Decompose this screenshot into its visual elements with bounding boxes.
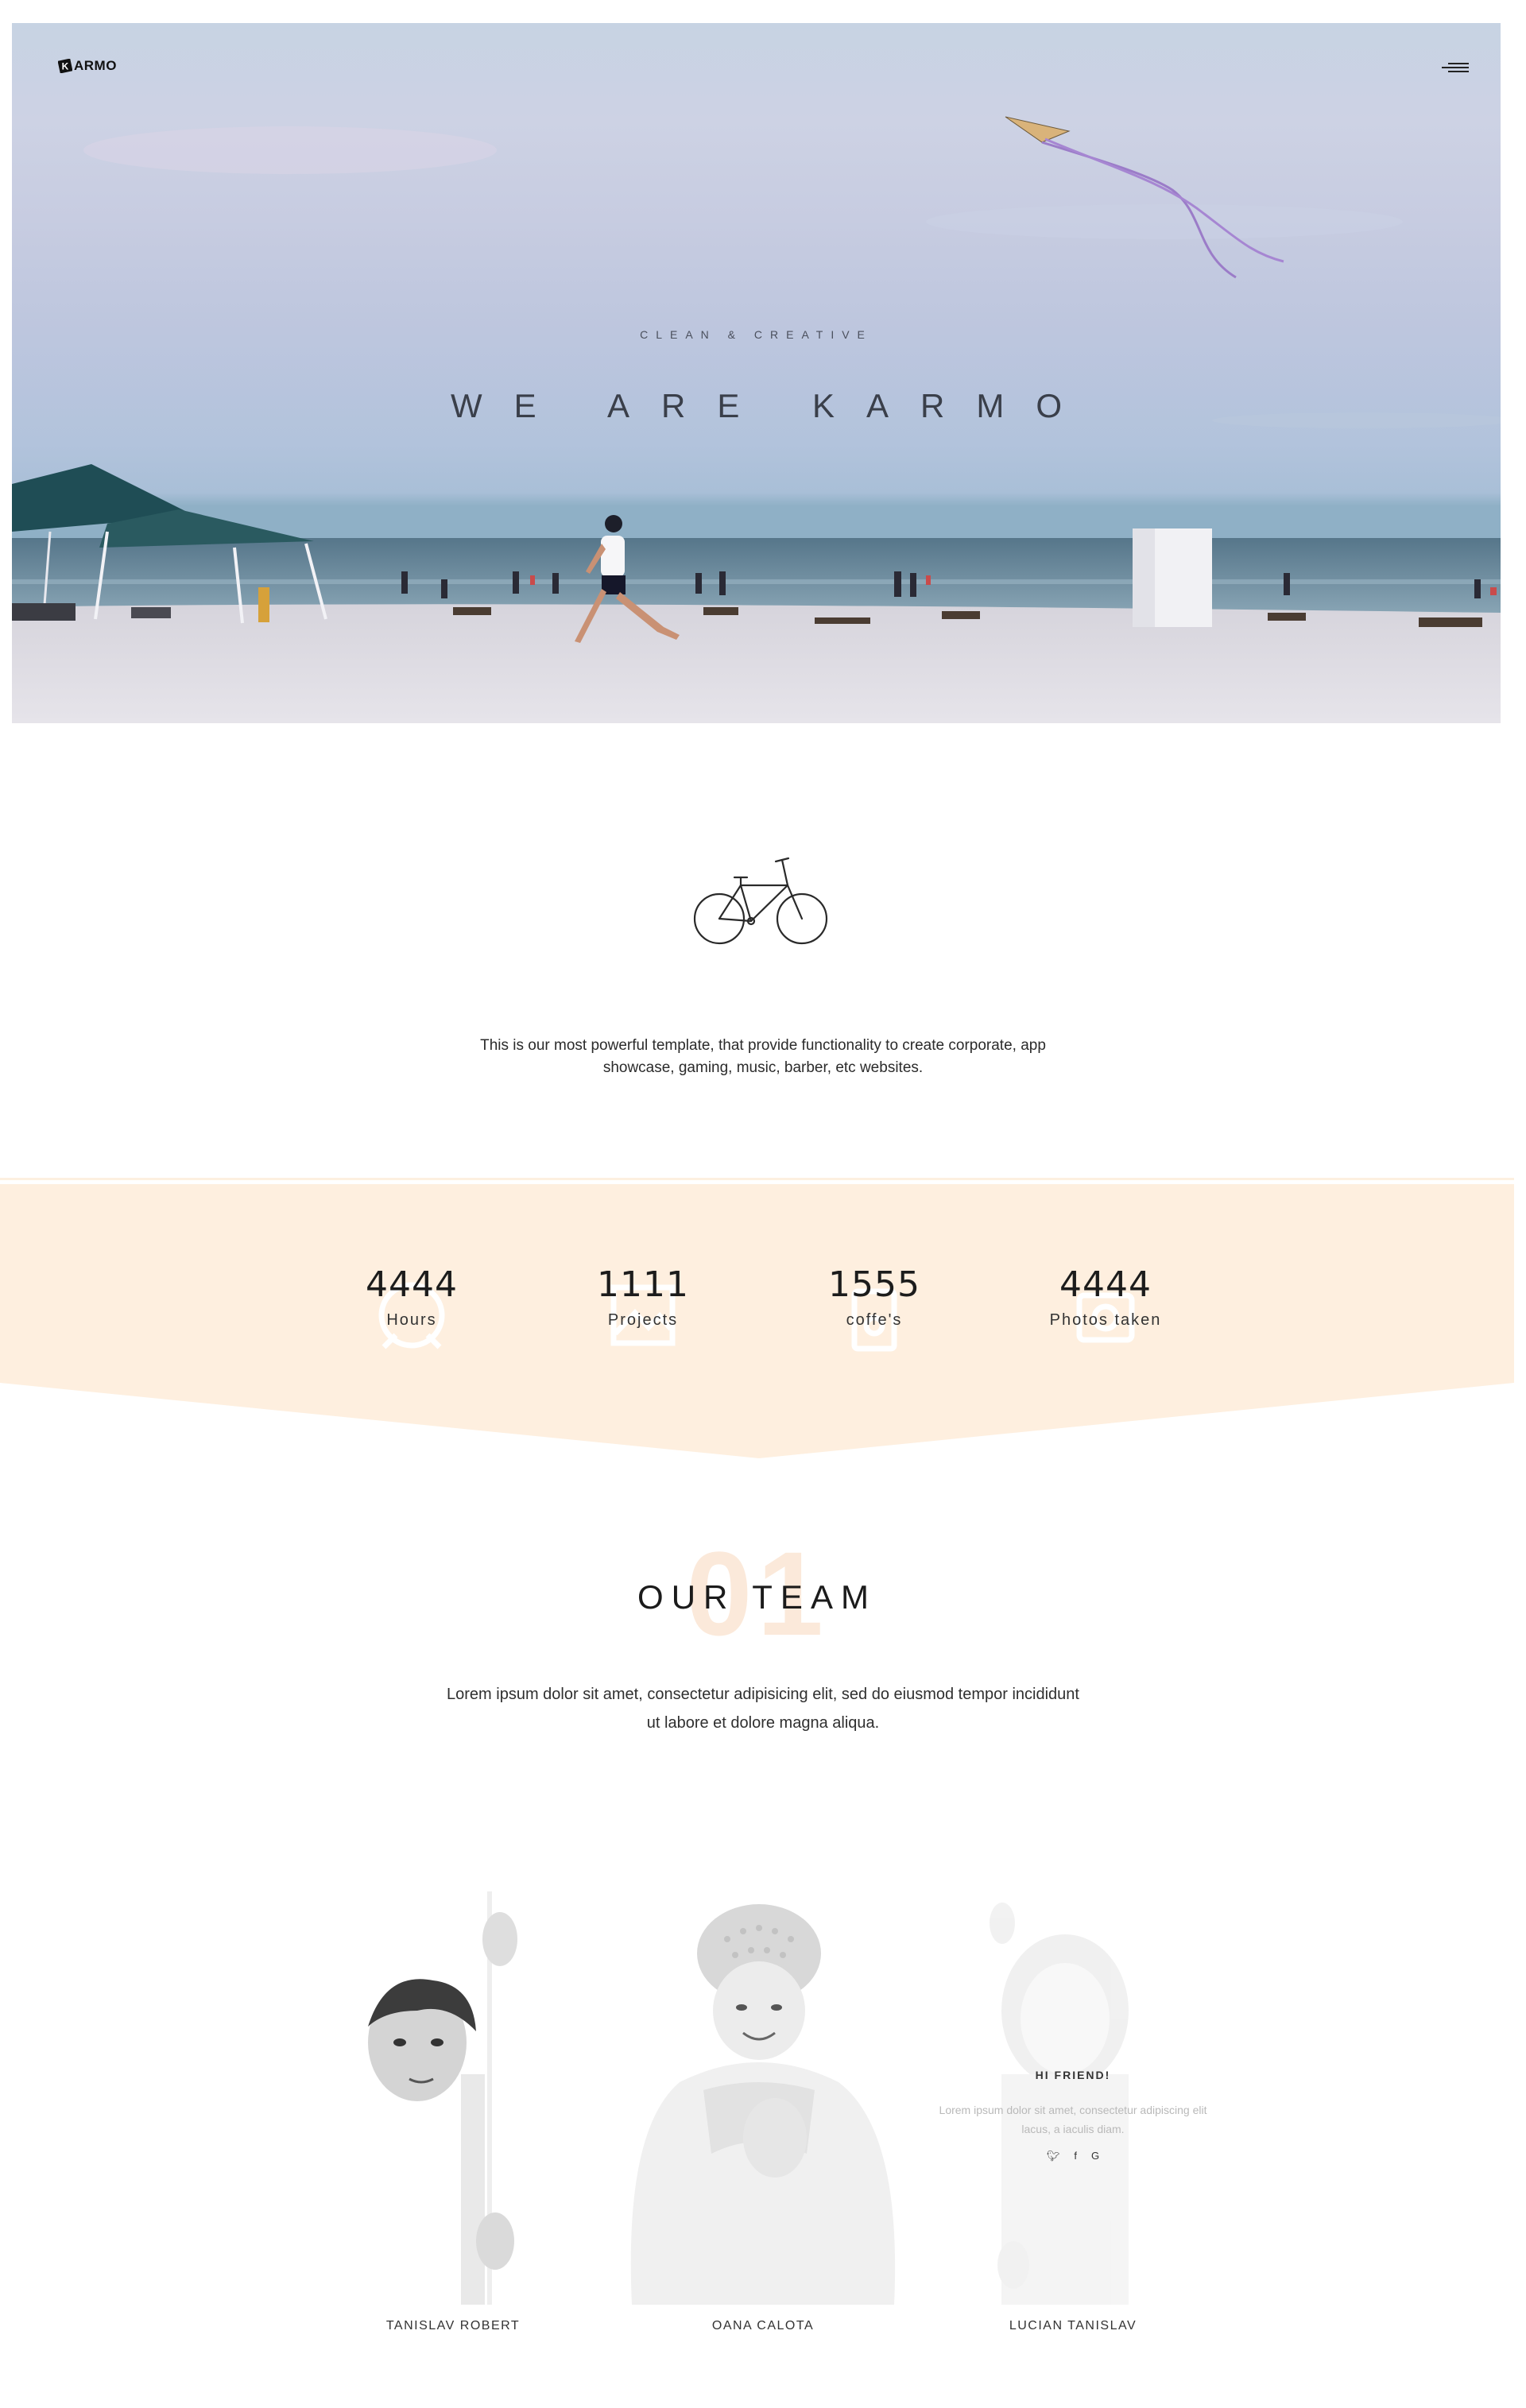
member-photo [630, 1904, 896, 2305]
hero-beach-image [12, 116, 1501, 723]
twitter-icon[interactable]: 🐦︎ [1047, 2150, 1060, 2162]
stat-label: Projects [607, 1311, 679, 1329]
svg-text:K: K [62, 61, 69, 72]
stats-divider [0, 1178, 1514, 1180]
stats-band [0, 1184, 1514, 1458]
stat-projects: 1111 Projects [548, 1264, 738, 1346]
team-description: Lorem ipsum dolor sit amet, consectetur … [447, 1686, 1079, 1732]
bicycle-icon [693, 857, 828, 945]
google-icon[interactable]: G [1091, 2150, 1099, 2162]
member-greeting: HI FRIEND! [1035, 2069, 1111, 2081]
stat-label: Hours [386, 1311, 437, 1329]
brand-name: ARMO [74, 58, 117, 73]
brand-logo[interactable]: K ARMO [58, 58, 117, 74]
member-hover-card: HI FRIEND! Lorem ipsum dolor sit amet, c… [926, 2069, 1220, 2162]
stat-photos: 4444 Photos taken [1010, 1264, 1201, 1343]
hero-title: WE ARE KARMO [450, 387, 1094, 424]
team-title: OUR TEAM [637, 1578, 877, 1616]
stat-value: 1555 [828, 1264, 920, 1305]
facebook-icon[interactable]: f [1074, 2150, 1077, 2162]
member-social-links: 🐦︎ f G [926, 2150, 1220, 2162]
stat-value: 4444 [366, 1264, 458, 1305]
stat-label: Photos taken [1049, 1311, 1162, 1329]
member-bio: Lorem ipsum dolor sit amet, consectetur … [939, 2104, 1207, 2135]
team-heading: 01 OUR TEAM [0, 1526, 1514, 1661]
team-member-card[interactable] [306, 1891, 600, 2305]
menu-toggle-icon[interactable] [1442, 63, 1469, 75]
team-member-card[interactable] [616, 1891, 910, 2305]
stat-label: coffe's [846, 1311, 903, 1329]
stat-value: 1111 [597, 1264, 689, 1305]
member-name: TANISLAV ROBERT [385, 2319, 521, 2333]
intro-text: This is our most powerful template, that… [480, 1037, 1046, 1076]
stat-hours: 4444 Hours [316, 1264, 507, 1349]
hero-section: K ARMO CLEAN & CREATIVE WE ARE KARMO [12, 23, 1501, 723]
stat-value: 4444 [1059, 1264, 1152, 1305]
stat-coffee: 1555 coffe's [779, 1264, 970, 1352]
hero-eyebrow: CLEAN & CREATIVE [640, 328, 873, 341]
team-member-card[interactable]: HI FRIEND! Lorem ipsum dolor sit amet, c… [926, 1891, 1220, 2305]
member-name: LUCIAN TANISLAV [1009, 2319, 1137, 2333]
member-photo [368, 1891, 600, 2305]
k-logo-icon: K [58, 59, 72, 73]
member-name: OANA CALOTA [711, 2319, 815, 2333]
